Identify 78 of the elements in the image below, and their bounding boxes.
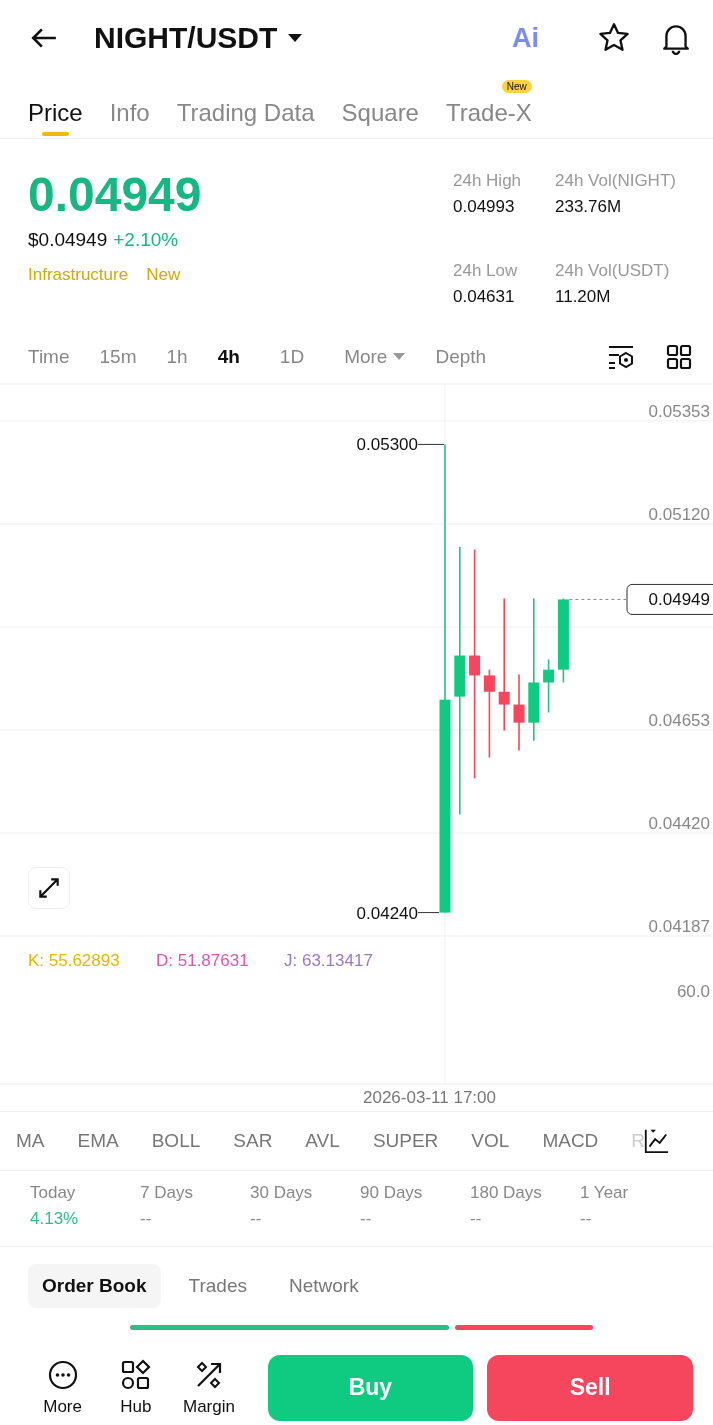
more-icon[interactable] (46, 1358, 79, 1391)
ai-button[interactable]: Ai (512, 22, 539, 54)
indicator-tab[interactable]: SUPER (372, 1129, 439, 1152)
stat-label: 24h High (453, 171, 523, 192)
y-axis-label: 0.04187 (648, 916, 710, 936)
period-label: 30 Days (250, 1182, 314, 1203)
timeframe-tab[interactable]: Depth (435, 345, 487, 368)
action-button[interactable]: Margin (172, 1358, 246, 1417)
indicator-tab[interactable]: MA (16, 1129, 45, 1152)
stat-value: 0.04631 (453, 286, 516, 307)
shapes-icon[interactable] (119, 1358, 152, 1391)
last-price: 0.04949 (28, 167, 202, 224)
indicator-axis-label: 60.0 (676, 981, 710, 1001)
period-change: -- (140, 1208, 153, 1229)
leader-line (417, 443, 445, 445)
new-badge: New (501, 80, 532, 94)
category-tag[interactable]: Infrastructure (28, 265, 129, 286)
caret-icon[interactable] (287, 33, 304, 44)
book-tab[interactable]: Order Book (28, 1264, 161, 1309)
timeframe-tab[interactable]: 15m (99, 345, 137, 368)
fullscreen-button[interactable] (28, 866, 70, 909)
period-label: 7 Days (140, 1182, 194, 1203)
indicator-tab[interactable]: SAR (233, 1129, 273, 1152)
usd-price: $0.04949 (28, 229, 108, 252)
period-change: -- (360, 1208, 373, 1229)
period-change: -- (250, 1208, 263, 1229)
timeframe-tab[interactable]: More (344, 345, 406, 368)
line-chart-icon[interactable] (643, 1127, 670, 1154)
indicator-tab[interactable]: EMA (77, 1129, 119, 1152)
timeframe-tab[interactable]: 1D (279, 345, 305, 368)
tab[interactable]: Info (109, 80, 150, 137)
y-axis-label: 0.04420 (648, 813, 710, 833)
period-change: -- (580, 1208, 593, 1229)
indicator-tab[interactable]: MACD (542, 1129, 599, 1152)
leader-line (417, 911, 440, 913)
stat-label: 24h Vol(USDT) (555, 260, 671, 281)
pair-title[interactable]: NIGHT/USDT (94, 21, 278, 56)
stat-label: 24h Vol(NIGHT) (555, 171, 677, 192)
low-price-marker: 0.04240 (356, 903, 418, 923)
timeframe-tab[interactable]: Time (28, 345, 70, 368)
candlestick (543, 658, 555, 713)
time-axis-label: 2026-03-11 17:00 (363, 1087, 496, 1108)
period-label: 180 Days (470, 1182, 543, 1203)
indicator-tab[interactable]: AVL (305, 1129, 340, 1152)
stat-value: 233.76M (555, 197, 623, 218)
y-axis-label: 0.04653 (648, 710, 710, 730)
tab[interactable]: Square (341, 80, 419, 137)
tab[interactable]: Trading Data (176, 80, 315, 137)
y-axis-label: 0.05120 (648, 504, 710, 524)
kdj-value: D: 51.87631 (156, 950, 249, 970)
price-change: +2.10% (113, 229, 179, 252)
current-price-label: 0.04949 (648, 590, 710, 610)
period-change: 4.13% (30, 1208, 80, 1229)
period-label: 90 Days (360, 1182, 424, 1203)
book-tab[interactable]: Trades (174, 1264, 261, 1309)
trade-button[interactable]: Sell (487, 1354, 693, 1421)
action-button[interactable]: More (26, 1358, 100, 1417)
timeframe-tab[interactable]: 1h (166, 345, 188, 368)
tab[interactable]: Price (28, 80, 83, 137)
period-label: 1 Year (580, 1182, 630, 1203)
grid-icon[interactable] (665, 343, 693, 370)
kdj-value: K: 55.62893 (28, 950, 120, 970)
kdj-value: J: 63.13417 (284, 950, 373, 970)
high-price-marker: 0.05300 (356, 435, 418, 455)
period-change: -- (470, 1208, 483, 1229)
stat-value: 11.20M (555, 286, 612, 307)
current-price-line (568, 598, 627, 600)
back-icon[interactable] (30, 27, 58, 50)
action-button[interactable]: Hub (99, 1358, 173, 1417)
indicator-tab[interactable]: VOL (471, 1129, 510, 1152)
stat-value: 0.04993 (453, 197, 516, 218)
stat-label: 24h Low (453, 260, 519, 281)
chart-settings-icon[interactable] (607, 343, 635, 370)
timeframe-tab[interactable]: 4h (217, 345, 240, 368)
y-axis-label: 0.05353 (648, 401, 710, 421)
indicator-tab[interactable]: BOLL (151, 1129, 201, 1152)
book-tab[interactable]: Network (274, 1264, 373, 1309)
period-label: Today (30, 1182, 77, 1203)
